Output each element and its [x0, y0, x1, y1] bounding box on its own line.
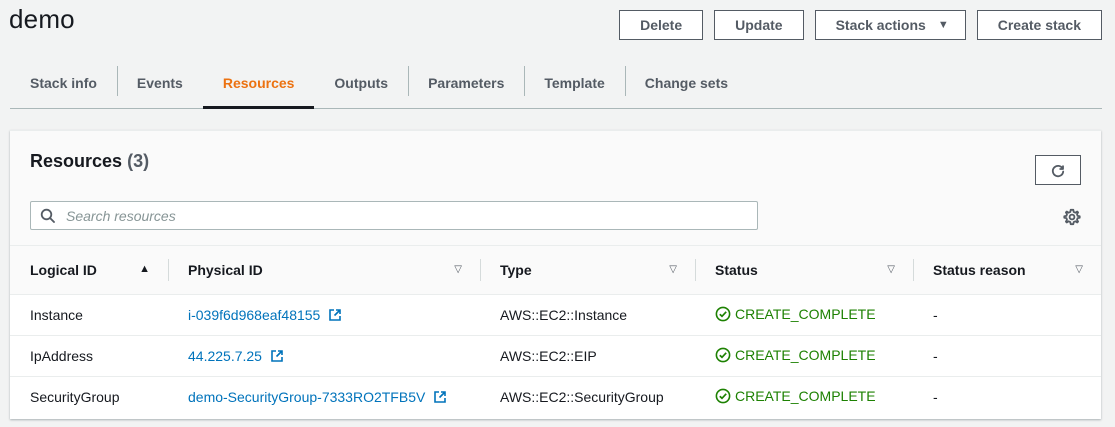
- column-header-status-reason[interactable]: Status reason ▽: [913, 246, 1101, 295]
- external-link-icon: [433, 390, 447, 404]
- status-badge: CREATE_COMPLETE: [715, 347, 876, 363]
- status-reason-cell: -: [913, 335, 1101, 377]
- search-icon: [40, 208, 56, 224]
- external-link-icon: [328, 308, 342, 322]
- table-row: Instance i-039f6d968eaf48155 AWS::EC2::I…: [10, 294, 1101, 336]
- type-cell: AWS::EC2::Instance: [480, 294, 695, 336]
- sort-ascending-icon: ▲: [139, 263, 150, 275]
- stack-tabs: Stack info Events Resources Outputs Para…: [10, 58, 1102, 109]
- search-input[interactable]: [64, 206, 757, 225]
- tab-stack-info[interactable]: Stack info: [10, 58, 117, 108]
- create-stack-button[interactable]: Create stack: [976, 10, 1102, 40]
- column-header-status[interactable]: Status ▽: [695, 246, 913, 295]
- sort-icon: ▽: [1075, 264, 1083, 275]
- table-row: SecurityGroup demo-SecurityGroup-7333RO2…: [10, 377, 1101, 418]
- resources-panel: Resources (3) Logical ID: [10, 130, 1101, 419]
- table-row: IpAddress 44.225.7.25 AWS::EC2::EIP CREA…: [10, 335, 1101, 377]
- status-reason-cell: -: [913, 294, 1101, 336]
- column-header-logical-id[interactable]: Logical ID ▲: [10, 246, 168, 295]
- refresh-icon: [1051, 164, 1065, 178]
- type-cell: AWS::EC2::EIP: [480, 335, 695, 377]
- stack-actions-bar: Delete Update Stack actions ▼ Create sta…: [619, 10, 1102, 40]
- logical-id-cell: IpAddress: [10, 335, 168, 377]
- success-check-icon: [715, 347, 731, 363]
- sort-icon: ▽: [887, 264, 895, 275]
- tab-events[interactable]: Events: [116, 58, 203, 108]
- tab-change-sets[interactable]: Change sets: [624, 58, 748, 108]
- gear-icon[interactable]: [1063, 208, 1081, 226]
- status-badge: CREATE_COMPLETE: [715, 388, 876, 404]
- page-title: demo: [9, 4, 75, 34]
- physical-id-link[interactable]: demo-SecurityGroup-7333RO2TFB5V: [188, 389, 447, 405]
- resources-heading: Resources (3): [30, 151, 150, 171]
- tab-template[interactable]: Template: [524, 58, 624, 108]
- search-box: [30, 201, 758, 230]
- sort-icon: ▽: [669, 264, 677, 275]
- column-header-physical-id[interactable]: Physical ID ▽: [168, 246, 480, 295]
- logical-id-cell: Instance: [10, 294, 168, 336]
- external-link-icon: [270, 349, 284, 363]
- physical-id-link[interactable]: 44.225.7.25: [188, 348, 284, 364]
- type-cell: AWS::EC2::SecurityGroup: [500, 389, 664, 405]
- stack-actions-dropdown[interactable]: Stack actions ▼: [814, 10, 966, 40]
- update-button[interactable]: Update: [714, 10, 804, 40]
- resources-count: (3): [127, 151, 150, 171]
- refresh-button[interactable]: [1035, 155, 1081, 185]
- success-check-icon: [715, 306, 731, 322]
- physical-id-link[interactable]: i-039f6d968eaf48155: [188, 307, 342, 323]
- tab-resources[interactable]: Resources: [202, 58, 315, 109]
- column-header-type[interactable]: Type ▽: [480, 246, 695, 295]
- status-badge: CREATE_COMPLETE: [715, 306, 876, 322]
- resources-table: Logical ID ▲ Physical ID ▽ Type ▽ Status…: [10, 246, 1101, 417]
- tab-outputs[interactable]: Outputs: [314, 58, 408, 108]
- logical-id-cell: SecurityGroup: [30, 389, 120, 405]
- status-reason-cell: -: [933, 389, 938, 405]
- table-header-row: Logical ID ▲ Physical ID ▽ Type ▽ Status…: [10, 246, 1101, 295]
- delete-button[interactable]: Delete: [619, 10, 704, 40]
- sort-icon: ▽: [454, 264, 462, 275]
- tab-parameters[interactable]: Parameters: [408, 58, 524, 108]
- success-check-icon: [715, 388, 731, 404]
- caret-down-icon: ▼: [937, 19, 949, 31]
